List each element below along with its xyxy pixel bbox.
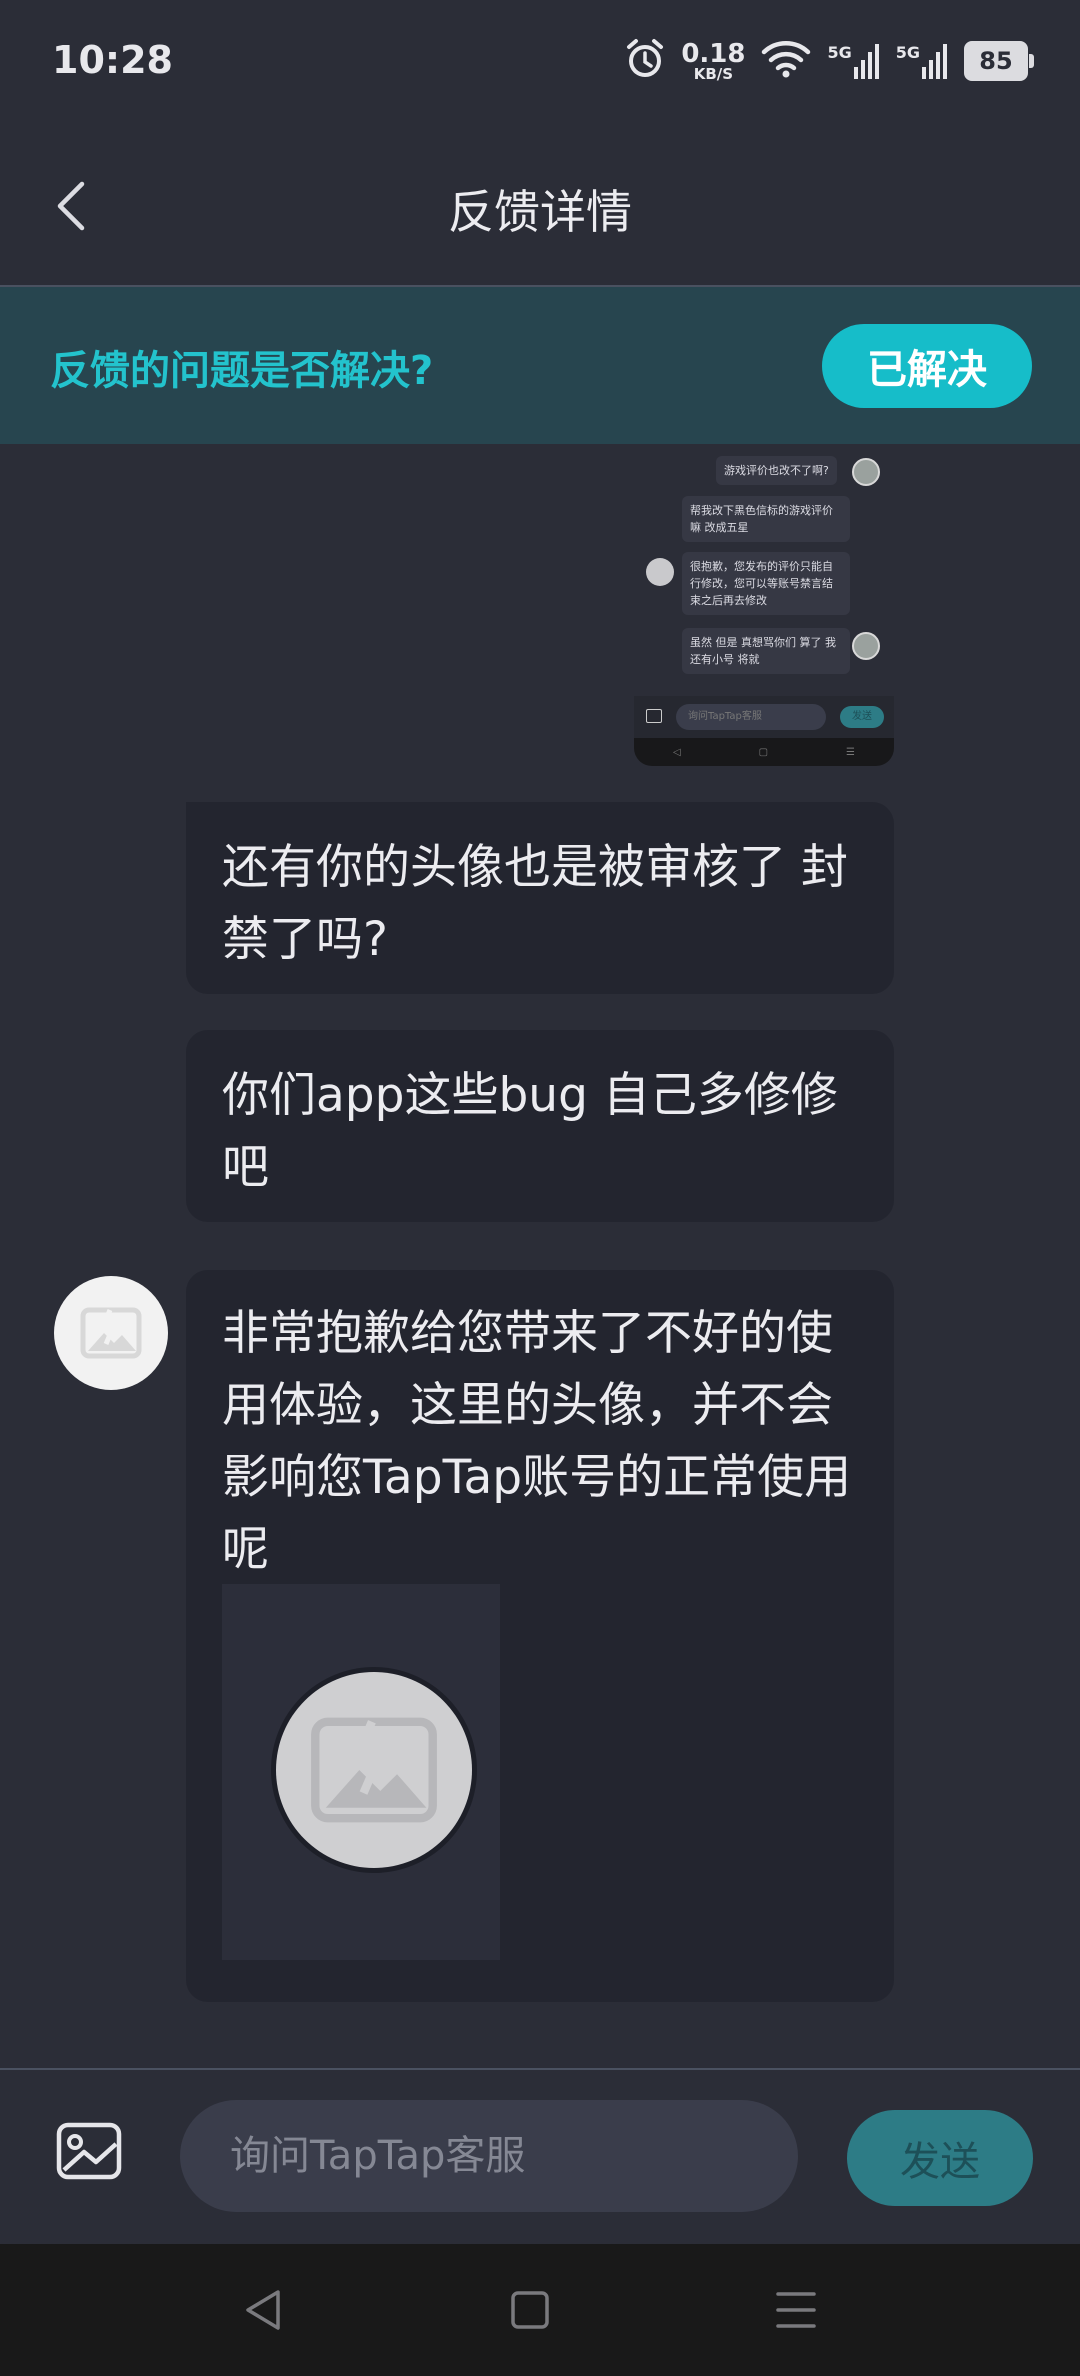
user-avatar-mini (852, 458, 880, 486)
thumb-message: 虽然 但是 真想骂你们 算了 我 还有小号 将就 (682, 628, 850, 674)
agent-message-text: 非常抱歉给您带来了不好的使用体验，这里的头像，并不会影响您TapTap账号的正常… (222, 1306, 852, 1577)
square-home-icon (511, 2291, 549, 2329)
thumb-input: 询问TapTap客服 (676, 704, 826, 730)
image-icon (646, 709, 662, 723)
signal-5g-1-tag: 5G (827, 43, 852, 62)
network-speed-unit: KB/S (693, 64, 734, 83)
signal-5g-1: 5G (827, 43, 879, 79)
ask-input[interactable] (180, 2100, 798, 2212)
agent-avatar-mini (646, 558, 674, 586)
signal-5g-2-tag: 5G (895, 43, 920, 62)
network-speed-value: 0.18 (681, 38, 746, 69)
menu-lines-icon (776, 2292, 816, 2328)
wifi-icon (761, 40, 811, 82)
message-image[interactable] (222, 1584, 500, 1960)
thumb-message: 帮我改下黑色信标的游戏评价 嘛 改成五星 (682, 496, 850, 542)
thumb-message: 很抱歉，您发布的评价只能自 行修改，您可以等账号禁言结 束之后再去修改 (682, 552, 850, 615)
agent-avatar[interactable] (54, 1276, 168, 1390)
resolve-question: 反馈的问题是否解决? (50, 348, 434, 394)
user-message-bubble: 还有你的头像也是被审核了 封禁了吗? (186, 802, 894, 994)
nav-home-button[interactable] (502, 2282, 558, 2338)
user-message-bubble: 你们app这些bug 自己多修修吧 (186, 1030, 894, 1222)
avatar-image-placeholder (276, 1672, 472, 1868)
attach-image-button[interactable] (56, 2122, 122, 2180)
thumb-message: 游戏评价也改不了啊? (716, 456, 837, 485)
resolved-button[interactable]: 已解决 (822, 324, 1032, 408)
signal-bars-icon (922, 44, 947, 79)
attached-screenshot[interactable]: 游戏评价也改不了啊? 帮我改下黑色信标的游戏评价 嘛 改成五星 很抱歉，您发布的… (634, 444, 894, 766)
triangle-back-icon (246, 2290, 280, 2330)
status-icons: 0.18 KB/S 5G 5G 85 (625, 36, 1034, 86)
thumb-input-bar: 询问TapTap客服 发送 (634, 696, 894, 738)
signal-5g-2: 5G (896, 43, 948, 79)
battery-indicator: 85 (964, 41, 1034, 81)
send-button[interactable]: 发送 (847, 2110, 1033, 2206)
image-icon (56, 2122, 122, 2180)
page-title: 反馈详情 (448, 185, 632, 239)
network-speed: 0.18 KB/S (681, 41, 745, 82)
signal-bars-icon (853, 44, 879, 79)
broken-image-icon (80, 1307, 142, 1359)
thumb-nav-bar: ◁ ▢ ☰ (634, 738, 894, 766)
nav-back-button[interactable] (236, 2282, 292, 2338)
broken-image-icon (311, 1717, 437, 1823)
agent-message-bubble: 非常抱歉给您带来了不好的使用体验，这里的头像，并不会影响您TapTap账号的正常… (186, 1270, 894, 2002)
alarm-icon (625, 38, 665, 84)
user-avatar-mini (852, 632, 880, 660)
thumb-send-button: 发送 (840, 706, 884, 728)
nav-menu-button[interactable] (768, 2282, 824, 2338)
status-time: 10:28 (52, 38, 173, 82)
